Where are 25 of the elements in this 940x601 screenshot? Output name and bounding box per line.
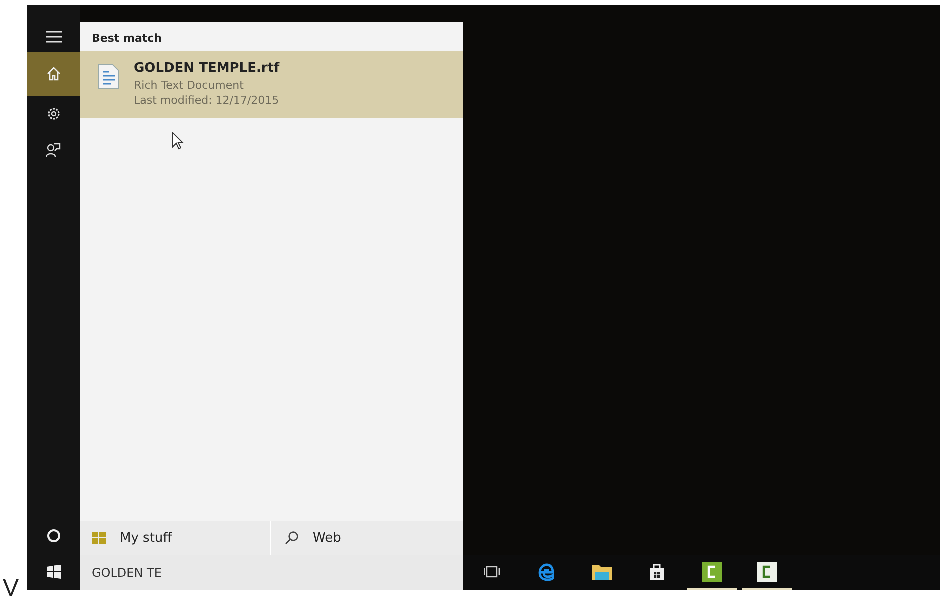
partial-letter: V <box>3 577 20 601</box>
search-icon <box>285 531 299 545</box>
my-stuff-scope-button[interactable]: My stuff <box>80 521 270 555</box>
menu-icon <box>46 31 62 43</box>
result-title: GOLDEN TEMPLE.rtf <box>134 60 280 78</box>
mouse-cursor-icon <box>172 132 184 150</box>
result-item[interactable]: GOLDEN TEMPLE.rtf Rich Text Document Last modified: 12/17/2015 <box>80 51 463 118</box>
document-icon <box>98 64 120 90</box>
result-date: Last modified: 12/17/2015 <box>134 93 280 108</box>
search-field[interactable]: GOLDEN TE <box>80 555 463 590</box>
circle-icon <box>46 529 60 543</box>
house-icon <box>46 67 60 81</box>
home-button[interactable] <box>27 52 80 96</box>
result-type: Rich Text Document <box>134 78 244 93</box>
settings-icon <box>46 107 60 121</box>
letter-e-icon <box>538 562 556 580</box>
shopping-bag-icon <box>649 562 665 580</box>
windows-icon <box>46 565 60 579</box>
task-view-icon <box>484 566 500 578</box>
windows-icon <box>92 532 106 544</box>
letter-c-icon <box>702 562 722 582</box>
results-heading: Best match <box>91 31 163 47</box>
folder-icon <box>592 564 612 580</box>
letter-c-icon <box>757 562 777 582</box>
person-speech-icon <box>46 142 61 158</box>
